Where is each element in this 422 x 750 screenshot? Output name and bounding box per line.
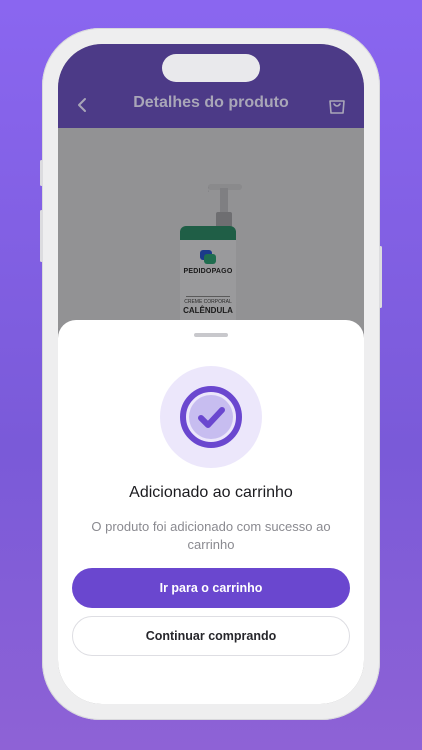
bottom-sheet: Adicionado ao carrinho O produto foi adi… — [58, 320, 364, 704]
brand-logo-icon — [200, 250, 216, 264]
bottle-brand: PEDIDOPAGO — [183, 268, 233, 275]
sheet-drag-handle[interactable] — [194, 333, 228, 337]
sheet-description: O produto foi adicionado com sucesso ao … — [91, 519, 331, 552]
continue-shopping-button[interactable]: Continuar comprando — [72, 616, 350, 656]
phone-side-button — [40, 160, 43, 186]
bottle-subtitle: CREME CORPORAL — [184, 299, 232, 305]
success-badge — [160, 366, 262, 468]
phone-screen: Detalhes do produto PEDIDOPAGO CREME COR… — [58, 44, 364, 704]
bottle-pump — [208, 184, 242, 230]
shopping-bag-icon[interactable] — [326, 94, 348, 116]
page-title: Detalhes do produto — [133, 94, 289, 111]
check-circle-icon — [180, 386, 242, 448]
sheet-title: Adicionado ao carrinho — [129, 484, 293, 501]
bottle-cap — [180, 226, 236, 240]
go-to-cart-button[interactable]: Ir para o carrinho — [72, 568, 350, 608]
bottle-divider — [186, 296, 230, 297]
dynamic-island — [162, 54, 260, 82]
phone-side-button — [379, 246, 382, 308]
app-bar: Detalhes do produto — [58, 44, 364, 128]
phone-side-button — [40, 210, 43, 262]
bottle-name: CALÊNDULA — [183, 306, 233, 315]
